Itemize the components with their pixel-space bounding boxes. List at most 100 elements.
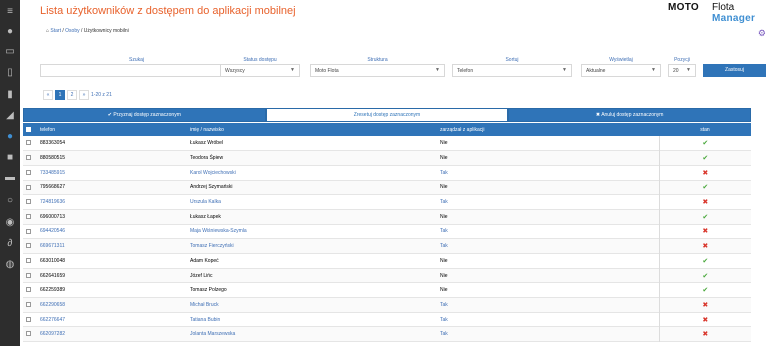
gears-icon[interactable]: ⚙ (758, 28, 766, 39)
pager-page-2[interactable]: 2 (67, 90, 77, 100)
globe-icon[interactable]: ◍ (4, 259, 16, 271)
cell-name[interactable]: Maja Wiśniewska-Szymla (187, 224, 437, 239)
row-checkbox[interactable] (26, 258, 31, 264)
users-table: telefon imię / nazwisko zarządzał z apli… (23, 123, 751, 342)
table-row[interactable]: 662641659 Józef Lińc Nie ✔ (23, 268, 751, 283)
check-icon: ✔ (702, 140, 709, 148)
attachment-icon[interactable]: ∂ (4, 238, 16, 250)
table-row[interactable]: 880580515 Teodora Śpiew Nie ✔ (23, 150, 751, 166)
row-checkbox[interactable] (26, 243, 31, 249)
table-row[interactable]: 662276647 Tatiana Bubin Tak ✖ (23, 312, 751, 327)
pager-summary: 1-20 z 21 (91, 92, 112, 98)
cell-name[interactable]: Tatiana Bubin (187, 312, 437, 327)
table-row[interactable]: 696000713 Łukasz Łapek Nie ✔ (23, 209, 751, 225)
table-row[interactable]: 662290658 Michał Bruck Tak ✖ (23, 297, 751, 313)
row-checkbox[interactable] (26, 199, 31, 205)
cell-phone: 880580515 (40, 155, 66, 162)
table-row[interactable]: 662097282 Jolanta Marszewska Tak ✖ (23, 326, 751, 342)
settings-icon[interactable]: ◉ (4, 217, 16, 229)
cell-phone[interactable]: 724819636 (37, 195, 187, 210)
chart-icon[interactable]: ◢ (4, 110, 16, 122)
filter-button[interactable]: Zastosuj (703, 64, 766, 77)
cell-app: Tak (440, 331, 448, 338)
grant-access-button[interactable]: ✔ Przyznaj dostęp zaznaczonym (23, 108, 266, 122)
bulk-actions: ✔ Przyznaj dostęp zaznaczonym Zresetuj d… (23, 108, 752, 122)
row-checkbox[interactable] (26, 140, 31, 146)
cell-name[interactable]: Michał Bruck (187, 298, 437, 313)
header-name[interactable]: imię / nazwisko (187, 123, 437, 136)
logo: MOTO Flota Manager (668, 2, 766, 26)
cell-phone[interactable]: 694420546 (37, 224, 187, 239)
cell-app: Tak (440, 169, 448, 176)
cell-phone[interactable]: 662097282 (37, 327, 187, 342)
row-checkbox[interactable] (26, 155, 31, 161)
sidebar: ≡ ● ▭ ▯ ▮ ◢ ● ■ ▬ ○ ◉ ∂ ◍ (0, 0, 20, 346)
sort-label: Sortuj (505, 57, 519, 63)
select-all-checkbox[interactable] (26, 126, 31, 132)
structure-label: Struktura (367, 57, 388, 63)
row-checkbox[interactable] (26, 184, 31, 190)
folder-icon[interactable]: ▬ (4, 172, 16, 184)
cell-phone[interactable]: 669671311 (37, 239, 187, 254)
status-select[interactable]: Wszyscy ▼ (220, 64, 300, 77)
chat-icon[interactable]: ● (4, 26, 16, 38)
header-phone[interactable]: telefon (37, 123, 187, 136)
chevron-down-icon: ▼ (290, 67, 295, 73)
users-icon[interactable]: ● (4, 131, 16, 143)
row-checkbox[interactable] (26, 213, 31, 219)
cell-name[interactable]: Urszula Kalka (187, 195, 437, 210)
row-checkbox[interactable] (26, 302, 31, 308)
header-status[interactable]: stan (659, 123, 751, 136)
row-checkbox[interactable] (26, 287, 31, 293)
cell-name[interactable]: Jolanta Marszewska (187, 327, 437, 342)
cell-phone[interactable]: 662290658 (37, 298, 187, 313)
cell-phone: 663010048 (40, 257, 66, 264)
row-checkbox[interactable] (26, 272, 31, 278)
header-app[interactable]: zarządzał z aplikacji (437, 123, 659, 136)
table-row[interactable]: 694420546 Maja Wiśniewska-Szymla Tak ✖ (23, 224, 751, 239)
table-row[interactable]: 724819636 Urszula Kalka Tak ✖ (23, 194, 751, 210)
cell-name[interactable]: Tomasz Fierczyński (187, 239, 437, 254)
table-row[interactable]: 733485915 Karol Wojciechowski Tak ✖ (23, 165, 751, 181)
dashboard-icon[interactable]: ≡ (4, 6, 16, 18)
chevron-down-icon: ▼ (651, 67, 656, 73)
revoke-access-button[interactable]: ✖ Anuluj dostęp zaznaczonym (508, 108, 752, 122)
reset-access-button[interactable]: Zresetuj dostęp zaznaczonym (265, 108, 509, 122)
cell-phone[interactable]: 733485915 (37, 165, 187, 180)
cross-icon: ✖ (702, 228, 709, 236)
car-icon[interactable]: ▭ (4, 46, 16, 58)
search-input[interactable] (40, 64, 233, 77)
table-row[interactable]: 883363054 Łukasz Wróbel Nie ✔ (23, 136, 751, 151)
home-icon[interactable]: ⌂ (46, 28, 49, 34)
check-icon: ✔ (702, 155, 709, 163)
info-icon[interactable]: ○ (4, 195, 16, 207)
cell-name[interactable]: Karol Wojciechowski (187, 165, 437, 180)
pager-page-1[interactable]: 1 (55, 90, 65, 100)
document-icon[interactable]: ▯ (4, 67, 16, 79)
cell-app: Tak (440, 316, 448, 323)
cell-name: Adam Kopeć (190, 257, 219, 264)
breadcrumb-people[interactable]: Osoby (65, 28, 79, 34)
table-row[interactable]: 663010048 Adam Kopeć Nie ✔ (23, 253, 751, 269)
truck-icon[interactable]: ■ (4, 152, 16, 164)
structure-select[interactable]: Moto Flota ▼ (310, 64, 445, 77)
row-checkbox[interactable] (26, 331, 31, 337)
cell-phone[interactable]: 662276647 (37, 312, 187, 327)
table-row[interactable]: 662259389 Tomasz Polzego Nie ✔ (23, 282, 751, 298)
cross-icon: ✖ (702, 199, 709, 207)
table-row[interactable]: 795668627 Andrzej Szymański Nie ✔ (23, 180, 751, 195)
table-row[interactable]: 669671311 Tomasz Fierczyński Tak ✖ (23, 238, 751, 254)
display-select[interactable]: Aktualne ▼ (581, 64, 661, 77)
row-checkbox[interactable] (26, 316, 31, 322)
pager-prev[interactable]: « (43, 90, 53, 100)
items-select[interactable]: 20 ▼ (668, 64, 696, 77)
cell-app: Nie (440, 272, 448, 279)
cross-icon: ✖ (702, 169, 709, 177)
row-checkbox[interactable] (26, 228, 31, 234)
sort-select[interactable]: Telefon ▼ (452, 64, 572, 77)
pager-next[interactable]: » (79, 90, 89, 100)
stats-icon[interactable]: ▮ (4, 89, 16, 101)
breadcrumb-home[interactable]: Start (50, 28, 61, 34)
row-checkbox[interactable] (26, 169, 31, 175)
check-icon: ✔ (702, 213, 709, 221)
